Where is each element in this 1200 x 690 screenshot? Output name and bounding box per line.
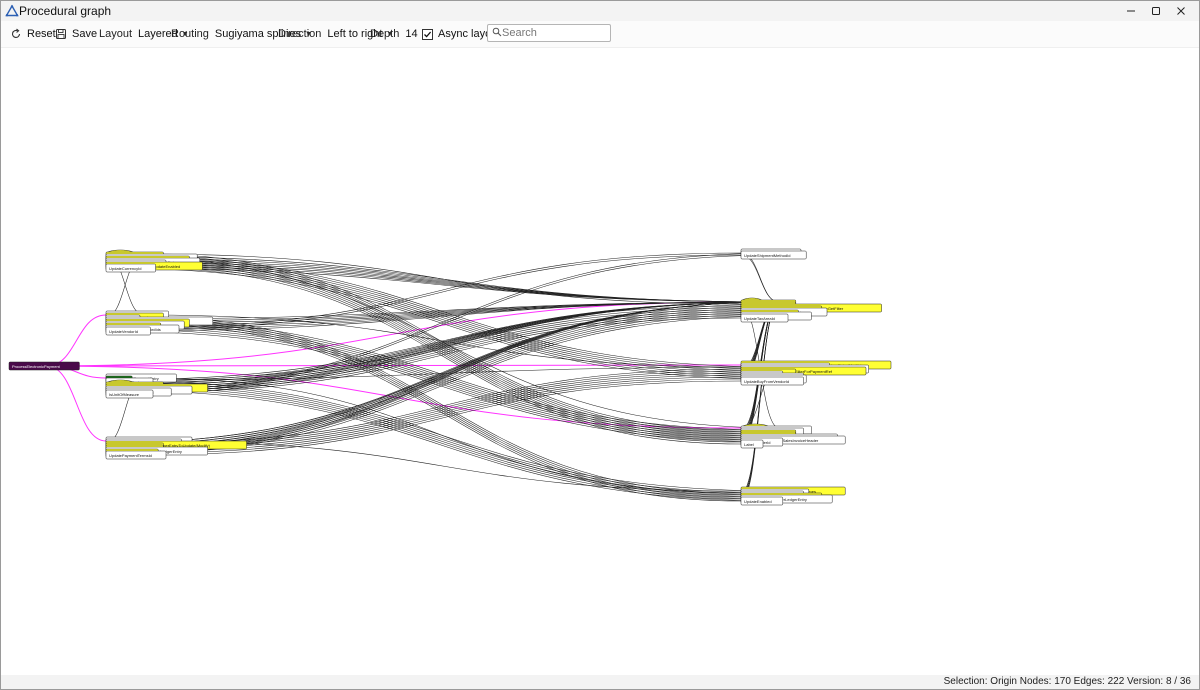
graph-node-label: UpdatePaymentTermsId — [109, 453, 152, 458]
graph-node[interactable]: ProcessElectronicPayment — [8, 361, 80, 371]
search-input[interactable] — [502, 25, 606, 41]
graph-edge — [740, 252, 780, 303]
graph-node-label: ProcessElectronicPayment — [12, 364, 61, 369]
graph-edge — [105, 379, 780, 492]
graph-node[interactable]: UpdatePaymentTermsId — [105, 450, 167, 460]
graph-edge — [105, 257, 780, 303]
direction-label: Direction — [278, 28, 322, 40]
app-window: Procedural graph Reset Save Layout Layer… — [0, 0, 1200, 690]
reset-icon — [11, 28, 21, 38]
graph-edge — [105, 265, 780, 303]
graph-node-label: UpdateBuyFromVendorId — [744, 379, 789, 384]
graph-edge — [46, 314, 107, 367]
graph-edge — [143, 267, 742, 445]
title-bar: Procedural graph — [1, 1, 1199, 21]
save-icon — [56, 29, 66, 39]
triangle-graph-icon — [5, 4, 19, 18]
status-text: Selection: Origin Nodes: 170 Edges: 222 … — [943, 676, 1191, 687]
layout-label: Layout — [99, 28, 133, 40]
graph-edge — [143, 261, 742, 439]
graph-edge — [143, 263, 742, 441]
routing-label: Routing — [171, 28, 209, 40]
graph-edge — [105, 383, 780, 496]
graph-node-label: Label — [744, 442, 754, 447]
graph-node-label: IsUnitOfMeasure — [109, 392, 140, 397]
graph-node[interactable]: UpdateCurrencyId — [105, 263, 156, 273]
procedural-graph[interactable]: ProcessElectronicPaymentReadRemoveCredit… — [1, 48, 1199, 675]
graph-edge — [143, 324, 742, 502]
graph-edge — [143, 318, 742, 496]
depth-value: 14 — [405, 28, 418, 40]
graph-node[interactable]: Label — [740, 439, 764, 449]
depth-label: Depth — [370, 28, 400, 40]
status-bar: Selection: Origin Nodes: 170 Edges: 222 … — [1, 675, 1199, 689]
graph-node-label: UpdateTaxAreaId — [744, 316, 775, 321]
graph-edge — [143, 265, 742, 443]
graph-node[interactable]: UpdateEnabled — [740, 496, 784, 506]
graph-edge — [105, 381, 780, 494]
graph-node-label: UpdateCurrencyId — [109, 266, 141, 271]
graph-node-label: UpdateVendorId — [109, 329, 138, 334]
depth-dropdown[interactable]: Depth 14 ▼ — [370, 26, 429, 42]
search-box[interactable] — [487, 24, 611, 42]
graph-node-label: UpdateShipmentMethodId — [744, 253, 790, 258]
graph-edge — [105, 267, 780, 303]
graph-canvas[interactable]: ProcessElectronicPaymentReadRemoveCredit… — [1, 48, 1199, 675]
save-button[interactable]: Save — [55, 26, 97, 42]
graph-node[interactable]: UpdateBuyFromVendorId — [740, 376, 804, 386]
graph-edge — [143, 376, 742, 452]
window-title: Procedural graph — [19, 4, 112, 18]
graph-node[interactable]: UpdateShipmentMethodId — [740, 250, 807, 260]
graph-edge — [143, 320, 742, 498]
graph-edge — [143, 322, 742, 500]
reset-label: Reset — [27, 28, 56, 40]
close-icon — [1177, 7, 1185, 15]
reset-button[interactable]: Reset — [10, 26, 56, 42]
graph-node[interactable]: UpdateVendorId — [105, 326, 151, 336]
graph-edge — [740, 301, 780, 502]
checkbox-checked-icon — [422, 28, 433, 40]
graph-edge — [143, 316, 742, 494]
graph-node-label: UpdateEnabled — [744, 499, 772, 504]
graph-edge — [105, 259, 780, 303]
search-icon — [492, 27, 502, 37]
graph-node[interactable]: UpdateTaxAreaId — [740, 313, 789, 323]
close-button[interactable] — [1159, 1, 1199, 21]
graph-node[interactable]: IsUnitOfMeasure — [105, 389, 154, 399]
save-label: Save — [72, 28, 98, 40]
graph-edge — [740, 254, 780, 303]
